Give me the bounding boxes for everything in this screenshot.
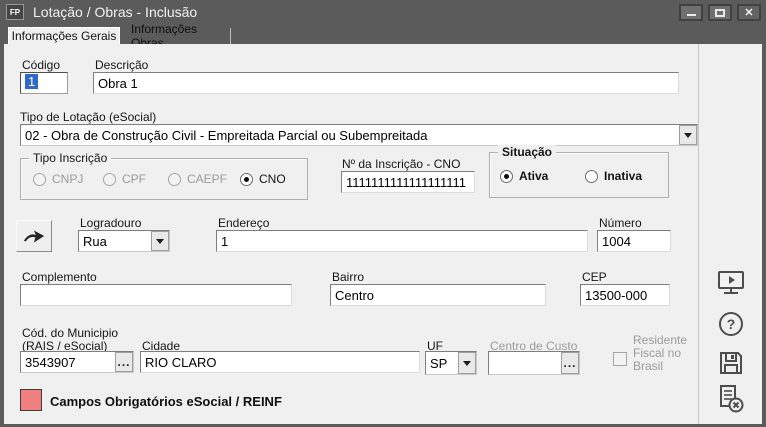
logradouro-dropdown-button[interactable] — [151, 231, 169, 251]
situacao-legend: Situação — [498, 145, 556, 159]
radio-icon — [33, 173, 46, 186]
required-field-note: Campos Obrigatórios eSocial / REINF — [50, 394, 282, 409]
radio-cnpj-label: CNPJ — [52, 172, 83, 186]
swap-arrow-icon — [22, 225, 46, 247]
title-bar[interactable]: FP Lotação / Obras - Inclusão ✕ — [0, 0, 766, 24]
tab-informacoes-obras[interactable]: Informações Obras — [121, 28, 231, 44]
app-logo-icon: FP — [6, 4, 24, 20]
radio-selected-icon — [500, 170, 513, 183]
tipo-inscricao-legend: Tipo Inscrição — [29, 151, 111, 165]
tipo-lotacao-label: Tipo de Lotação (eSocial) — [20, 110, 156, 124]
descricao-label: Descrição — [95, 58, 148, 72]
cod-municipio-browse-button[interactable]: ... — [115, 352, 133, 372]
chevron-down-icon — [463, 361, 471, 366]
num-inscricao-label: Nº da Inscrição - CNO — [342, 157, 460, 171]
close-button[interactable]: ✕ — [737, 4, 761, 21]
numero-label: Número — [599, 216, 642, 230]
video-tutorial-button[interactable] — [715, 268, 747, 298]
complemento-label: Complemento — [22, 270, 97, 284]
chevron-down-icon — [684, 133, 692, 138]
maximize-button[interactable] — [708, 4, 732, 21]
radio-cno[interactable]: CNO — [240, 172, 286, 186]
action-sidebar: ? — [698, 44, 762, 424]
residente-checkbox — [613, 352, 627, 366]
radio-caepf: CAEPF — [168, 172, 227, 186]
tipo-lotacao-dropdown-button[interactable] — [679, 125, 697, 145]
chevron-down-icon — [156, 239, 164, 244]
maximize-icon — [715, 9, 725, 17]
uf-select[interactable]: SP — [425, 351, 477, 375]
address-transfer-button[interactable] — [16, 220, 52, 252]
radio-icon — [168, 173, 181, 186]
app-window: FP Lotação / Obras - Inclusão ✕ Informaç… — [0, 0, 766, 427]
tipo-inscricao-groupbox: Tipo Inscrição CNPJ CPF CAEPF CNO — [20, 158, 308, 200]
radio-inativa-label: Inativa — [604, 169, 642, 183]
descricao-field[interactable] — [93, 72, 679, 94]
radio-inativa[interactable]: Inativa — [585, 169, 642, 183]
radio-cno-label: CNO — [259, 172, 286, 186]
form-panel: Código 1 Descrição Tipo de Lotação (eSoc… — [4, 44, 762, 424]
save-icon — [717, 349, 745, 377]
radio-ativa-label: Ativa — [519, 169, 548, 183]
radio-cnpj: CNPJ — [33, 172, 83, 186]
radio-icon — [103, 173, 116, 186]
radio-cpf: CPF — [103, 172, 146, 186]
codigo-selected-text: 1 — [25, 74, 38, 89]
bairro-field[interactable] — [330, 284, 546, 306]
complemento-field[interactable] — [20, 284, 292, 306]
endereco-field[interactable] — [216, 230, 588, 252]
situacao-groupbox: Situação Ativa Inativa — [489, 152, 669, 198]
centro-custo-field: ... — [488, 351, 580, 375]
uf-dropdown-button[interactable] — [458, 352, 476, 374]
cod-municipio-label-line1: Cód. do Municipio — [22, 326, 118, 340]
cancel-button[interactable] — [715, 384, 747, 414]
minimize-button[interactable] — [679, 4, 703, 21]
window-title: Lotação / Obras - Inclusão — [33, 4, 197, 20]
tab-informacoes-gerais[interactable]: Informações Gerais — [8, 27, 120, 44]
tipo-lotacao-value: 02 - Obra de Construção Civil - Empreita… — [21, 128, 679, 143]
cancel-document-icon — [716, 383, 746, 415]
logradouro-label: Logradouro — [80, 216, 141, 230]
video-tutorial-icon — [716, 269, 746, 297]
cod-municipio-field[interactable]: 3543907 ... — [20, 351, 134, 373]
radio-cpf-label: CPF — [122, 172, 146, 186]
codigo-field[interactable]: 1 — [20, 72, 68, 94]
save-button[interactable] — [715, 348, 747, 378]
numero-field[interactable] — [597, 230, 671, 252]
radio-icon — [585, 170, 598, 183]
minimize-icon — [687, 14, 696, 16]
codigo-label: Código — [22, 58, 60, 72]
residente-label: Residente Fiscal no Brasil — [633, 334, 691, 373]
svg-text:?: ? — [727, 316, 736, 332]
tipo-lotacao-select[interactable]: 02 - Obra de Construção Civil - Empreita… — [20, 124, 698, 146]
cidade-field[interactable] — [140, 351, 420, 373]
help-button[interactable]: ? — [715, 309, 747, 339]
bairro-label: Bairro — [332, 270, 364, 284]
endereco-label: Endereço — [218, 216, 269, 230]
radio-selected-icon — [240, 173, 253, 186]
logradouro-value: Rua — [79, 234, 151, 249]
logradouro-select[interactable]: Rua — [78, 230, 170, 252]
num-inscricao-field[interactable] — [341, 171, 475, 193]
help-icon: ? — [717, 310, 745, 338]
centro-custo-browse-button[interactable]: ... — [561, 352, 579, 374]
radio-ativa[interactable]: Ativa — [500, 169, 548, 183]
cep-field[interactable] — [580, 284, 670, 306]
cod-municipio-value: 3543907 — [21, 355, 115, 370]
close-icon: ✕ — [744, 6, 753, 19]
cep-label: CEP — [582, 270, 607, 284]
radio-caepf-label: CAEPF — [187, 172, 227, 186]
uf-value: SP — [426, 356, 458, 371]
required-field-swatch — [20, 389, 42, 411]
